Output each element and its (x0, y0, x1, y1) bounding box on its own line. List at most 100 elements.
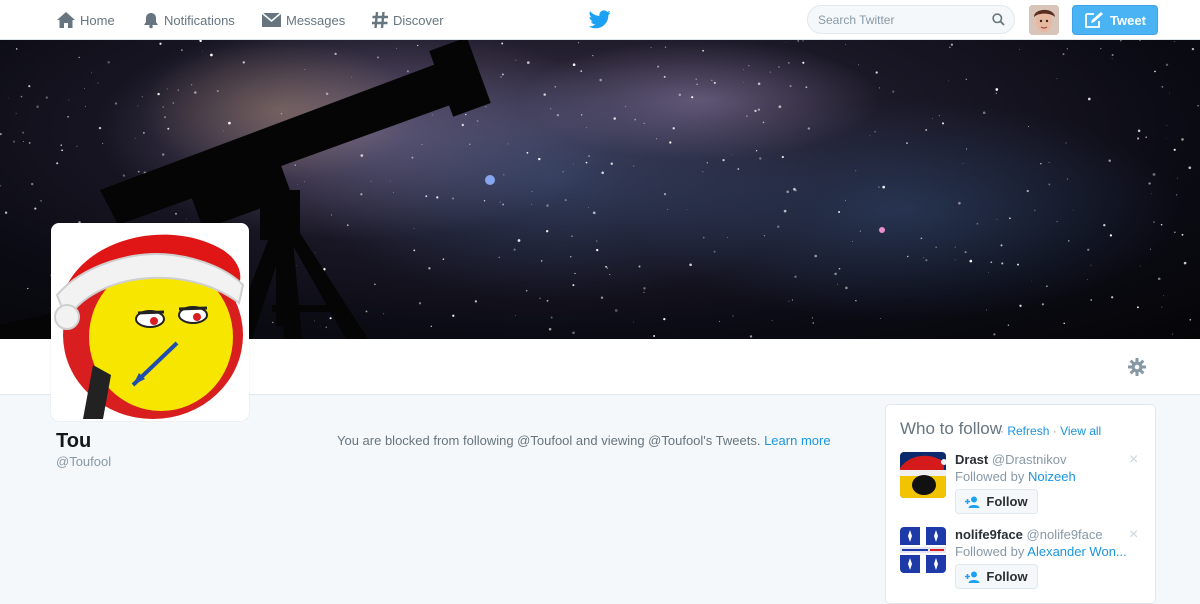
learn-more-link[interactable]: Learn more (764, 433, 830, 448)
star (97, 82, 99, 84)
refresh-link[interactable]: Refresh (1007, 424, 1049, 438)
profile-handle[interactable]: @Toufool (56, 454, 111, 469)
star (588, 155, 590, 157)
star (76, 145, 78, 147)
envelope-icon (261, 12, 282, 27)
star (743, 82, 744, 83)
star (78, 56, 80, 59)
star (1174, 231, 1176, 234)
nav-messages[interactable]: Messages (261, 0, 345, 40)
star (788, 62, 790, 64)
who-to-follow-links: · Refresh · View all (1000, 424, 1101, 438)
star (757, 108, 761, 111)
star (570, 256, 572, 258)
star (199, 40, 202, 43)
star (794, 275, 797, 278)
profile-avatar[interactable] (51, 223, 249, 421)
star (1161, 306, 1163, 308)
star (643, 291, 645, 293)
tweet-button[interactable]: Tweet (1072, 5, 1158, 35)
star (1009, 217, 1011, 220)
star (1174, 41, 1176, 42)
nav-notifications-label: Notifications (164, 12, 235, 28)
star (1176, 194, 1178, 196)
star (695, 78, 697, 80)
star (428, 267, 431, 270)
star (643, 287, 646, 290)
star (1157, 277, 1161, 281)
star (754, 109, 757, 113)
star (177, 89, 179, 91)
star (880, 318, 881, 319)
star (365, 310, 368, 313)
twitter-bird-icon[interactable] (589, 10, 611, 29)
star (1148, 182, 1151, 185)
followed-by-user[interactable]: Noizeeh (1028, 469, 1076, 484)
nav-discover[interactable]: Discover (371, 0, 444, 40)
star (376, 56, 380, 59)
suggestion-avatar[interactable] (900, 527, 946, 573)
star (572, 63, 576, 66)
star (172, 102, 175, 104)
star (303, 181, 305, 183)
star (1197, 105, 1199, 107)
dismiss-icon[interactable]: × (1129, 526, 1138, 544)
view-all-link[interactable]: View all (1060, 424, 1101, 438)
star (331, 214, 333, 216)
suggestion-title: Drast @Drastnikov (955, 452, 1066, 467)
star (812, 322, 814, 324)
star (389, 180, 391, 182)
star (757, 82, 761, 86)
star (515, 59, 517, 61)
gear-icon[interactable] (1128, 358, 1146, 376)
nav-home[interactable]: Home (56, 0, 115, 40)
star (15, 112, 17, 114)
search-icon[interactable] (992, 13, 1005, 26)
dismiss-icon[interactable]: × (1129, 451, 1138, 469)
star (814, 254, 818, 258)
followed-by-prefix: Followed by (955, 544, 1025, 559)
star (1161, 85, 1164, 88)
star (748, 65, 750, 67)
star (811, 317, 813, 319)
followed-by-user[interactable]: Alexander Won... (1027, 544, 1126, 559)
nav-notifications[interactable]: Notifications (142, 0, 235, 40)
star (501, 73, 504, 76)
follow-button[interactable]: Follow (955, 564, 1038, 589)
star (442, 258, 445, 260)
star (84, 87, 85, 89)
follow-button-label: Follow (986, 569, 1028, 584)
star (539, 297, 541, 300)
star (452, 314, 455, 317)
star (28, 141, 31, 144)
star (755, 150, 758, 152)
star (34, 207, 37, 210)
search-input[interactable] (818, 11, 988, 28)
star (962, 162, 964, 164)
star (702, 236, 705, 239)
suggestion-avatar[interactable] (900, 452, 946, 498)
star (932, 117, 934, 119)
star (573, 163, 574, 165)
star (1183, 261, 1187, 265)
star (737, 168, 740, 170)
star (216, 89, 219, 93)
star (8, 97, 9, 99)
suggestion-name[interactable]: Drast (955, 452, 988, 467)
star (844, 199, 846, 201)
star (691, 96, 694, 99)
star (995, 92, 997, 94)
blocked-message: You are blocked from following @Toufool … (337, 433, 761, 448)
account-avatar[interactable] (1029, 5, 1059, 35)
star (1166, 124, 1168, 126)
star (1137, 129, 1141, 133)
star (762, 121, 765, 124)
star (784, 41, 786, 43)
star (4, 211, 8, 214)
follow-button[interactable]: Follow (955, 489, 1038, 514)
star (425, 195, 428, 198)
star (102, 143, 104, 144)
star (550, 316, 553, 319)
suggestion-name[interactable]: nolife9face (955, 527, 1023, 542)
star (920, 237, 923, 240)
